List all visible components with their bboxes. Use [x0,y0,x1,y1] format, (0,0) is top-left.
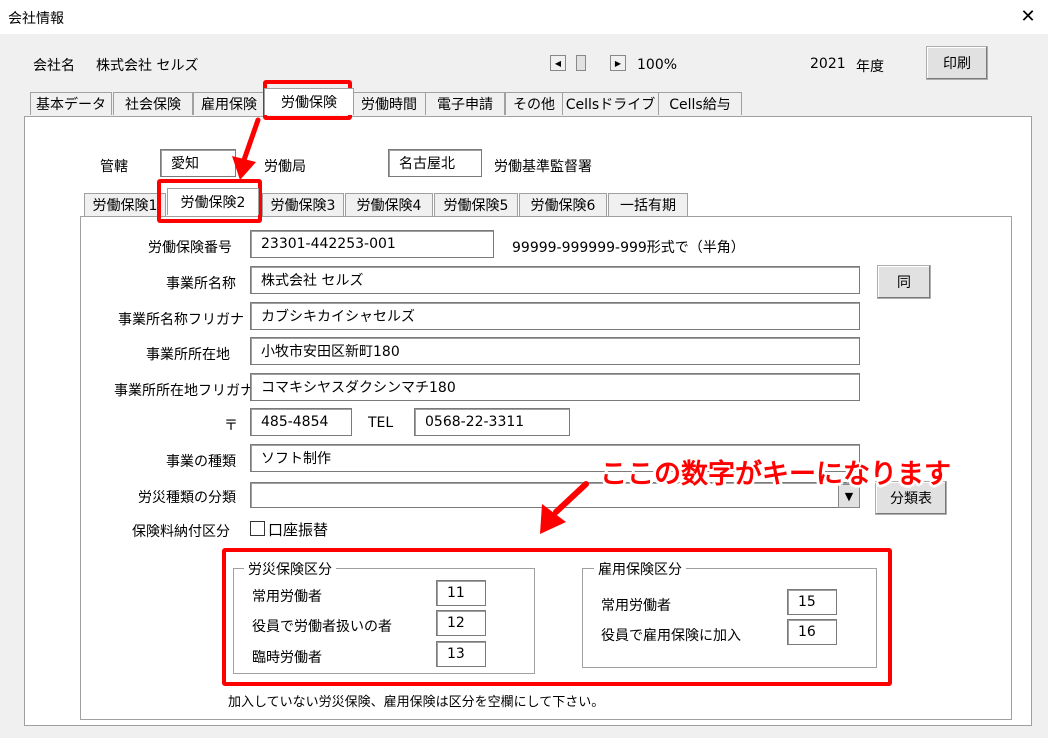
arrow-icon [232,117,261,180]
annotation-callout: ここの数字がキーになります [600,459,951,490]
sub-tab-2[interactable]: 労働保険2 [167,188,259,215]
arrow-icon [540,481,589,534]
main-tab-4[interactable]: 労働保険 [264,88,354,115]
annotation-arrows [232,117,589,534]
